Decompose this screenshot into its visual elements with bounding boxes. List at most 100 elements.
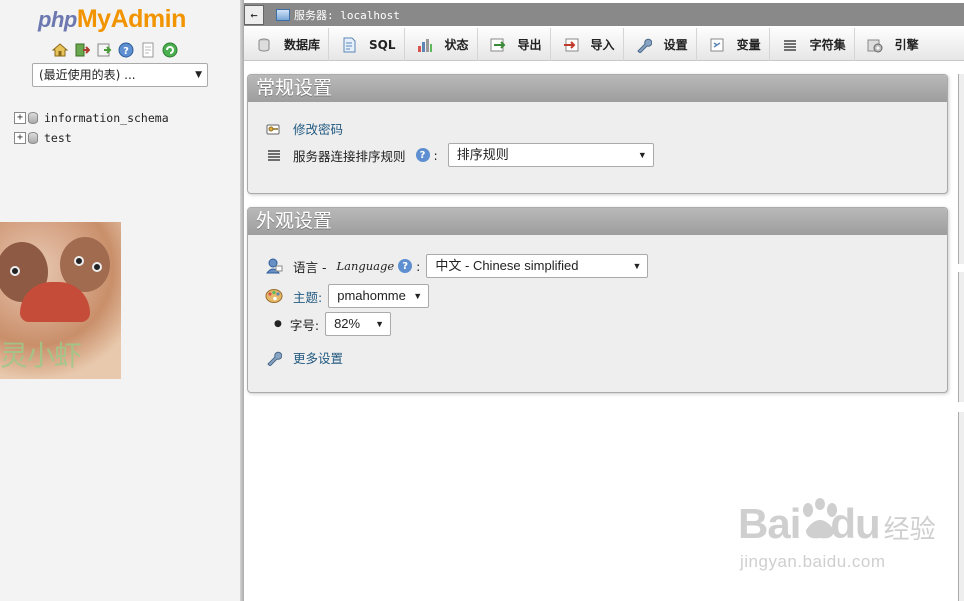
collation-label: 服务器连接排序规则: [293, 148, 406, 164]
tab-settings[interactable]: 设置: [624, 28, 697, 61]
database-item-test[interactable]: + test: [14, 128, 169, 148]
colon-separator: :: [433, 147, 438, 163]
expand-icon[interactable]: +: [14, 132, 26, 144]
logo-php: php: [38, 7, 77, 32]
theme-select[interactable]: pmahomme ▼: [328, 284, 430, 308]
gutter-panel-edge: [958, 272, 964, 402]
font-size-select-value: 82%: [334, 316, 361, 331]
chevron-down-icon: ▼: [195, 70, 202, 80]
chevron-down-icon: ▼: [632, 261, 642, 271]
tab-databases[interactable]: 数据库: [244, 28, 330, 61]
docs-icon[interactable]: ?: [118, 42, 134, 58]
recent-tables-value: (最近使用的表) ...: [39, 68, 136, 82]
change-password-row: 修改密码: [265, 119, 343, 138]
chevron-down-icon: ▼: [375, 319, 385, 329]
logo-admin: Admin: [110, 5, 187, 33]
engine-icon: [867, 37, 883, 53]
help-icon[interactable]: ?: [415, 148, 430, 162]
font-size-row: ● 字号: 82% ▼: [274, 312, 392, 336]
tab-label: 数据库: [284, 38, 321, 52]
nav-resizer[interactable]: [240, 0, 244, 601]
tab-variables[interactable]: 变量: [697, 28, 770, 61]
language-word: Language: [336, 259, 395, 273]
font-size-select[interactable]: 82% ▼: [325, 312, 392, 336]
wrench-icon: [636, 37, 652, 53]
home-icon[interactable]: [52, 42, 68, 58]
help-icon[interactable]: ?: [398, 259, 413, 273]
tab-charsets[interactable]: 字符集: [770, 28, 855, 61]
collapse-nav-button[interactable]: ←: [244, 4, 264, 25]
query-icon[interactable]: [96, 42, 112, 58]
list-icon: [265, 146, 283, 164]
theme-link[interactable]: 主题:: [293, 287, 322, 306]
gutter-panel-edge: [958, 74, 964, 264]
more-settings-row: 更多设置: [265, 348, 343, 367]
key-icon: [265, 120, 283, 138]
language-select[interactable]: 中文 - Chinese simplified ▼: [426, 254, 649, 278]
recent-tables-select[interactable]: (最近使用的表) ... ▼: [32, 63, 208, 87]
language-icon: [265, 257, 283, 275]
tab-label: 字符集: [809, 38, 846, 52]
tab-sql[interactable]: SQL: [329, 28, 405, 61]
watermark-url: jingyan.baidu.com: [740, 552, 886, 571]
sql-docs-icon[interactable]: [140, 42, 156, 58]
language-select-value: 中文 - Chinese simplified: [435, 258, 579, 273]
collation-select[interactable]: 排序规则 ▼: [447, 143, 654, 167]
panel-title: 常规设置: [248, 75, 947, 102]
tab-label: SQL: [369, 37, 396, 52]
theme-select-value: pmahomme: [337, 288, 406, 303]
paw-icon: [803, 498, 837, 539]
server-breadcrumb[interactable]: 服务器: localhost: [294, 7, 400, 23]
database-icon: [28, 112, 38, 124]
database-icon: [256, 37, 272, 53]
colon-separator: :: [416, 258, 421, 274]
tab-engines[interactable]: 引擎: [855, 28, 927, 61]
database-item-information-schema[interactable]: + information_schema: [14, 108, 169, 128]
panel-title: 外观设置: [248, 208, 947, 235]
tab-export[interactable]: 导出: [478, 28, 551, 61]
database-name[interactable]: information_schema: [44, 111, 169, 125]
charset-icon: [782, 37, 798, 53]
gutter-panel-edge: [958, 412, 964, 601]
server-collation-row: 服务器连接排序规则 ? : 排序规则 ▼: [265, 143, 654, 167]
server-icon: [276, 8, 290, 21]
palette-icon: [265, 287, 283, 305]
database-icon: [28, 132, 38, 144]
phpmyadmin-logo[interactable]: phpMyAdmin: [38, 5, 186, 34]
tab-status[interactable]: 状态: [405, 28, 478, 61]
nav-icon-bar: ?: [52, 42, 178, 58]
import-icon: [563, 37, 579, 53]
tab-label: 导入: [590, 38, 615, 52]
tab-label: 设置: [663, 38, 688, 52]
status-icon: [417, 37, 433, 53]
main-menu: 数据库 SQL 状态 导出 导入 设置 变量 字符集 引擎: [244, 28, 964, 61]
change-password-link[interactable]: 修改密码: [293, 119, 343, 138]
chevron-down-icon: ▼: [413, 291, 423, 301]
theme-row: 主题: pmahomme ▼: [265, 284, 430, 308]
variables-icon: [709, 37, 725, 53]
watermark-cn: 经验: [883, 514, 936, 544]
svg-text:?: ?: [123, 46, 129, 57]
export-icon: [490, 37, 506, 53]
tab-import[interactable]: 导入: [551, 28, 624, 61]
exit-icon[interactable]: [74, 42, 90, 58]
database-name[interactable]: test: [44, 131, 72, 145]
more-settings-link[interactable]: 更多设置: [293, 348, 343, 367]
photo-eye: [10, 266, 20, 276]
baidu-watermark: Bai du 经验 jingyan.baidu.com: [738, 498, 936, 571]
collation-select-value: 排序规则: [456, 147, 509, 162]
font-size-label: 字号:: [289, 317, 320, 333]
wrench-icon: [265, 349, 283, 367]
logo-my: My: [76, 5, 111, 33]
reload-icon[interactable]: [162, 42, 178, 58]
language-label: 语言 -: [293, 259, 331, 275]
photo-watermark: 灵小虾: [0, 339, 82, 372]
expand-icon[interactable]: +: [14, 112, 26, 124]
chevron-down-icon: ▼: [637, 150, 647, 160]
photo-eye: [74, 256, 84, 266]
tab-label: 状态: [444, 38, 469, 52]
navigation-panel: phpMyAdmin ? (最近使用的表) ... ▼ + informatio…: [0, 0, 240, 601]
right-gutter: [958, 74, 964, 601]
tab-label: 导出: [517, 38, 542, 52]
photo-eye: [92, 262, 102, 272]
